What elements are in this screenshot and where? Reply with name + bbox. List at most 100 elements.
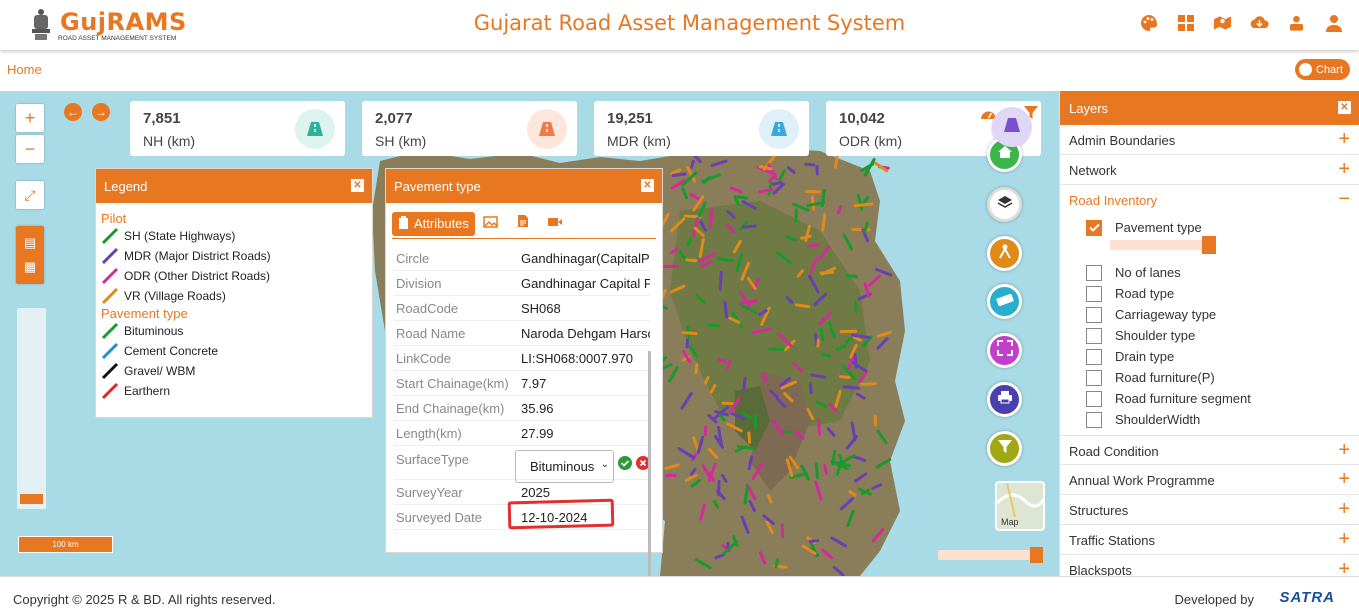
ruler-button[interactable] bbox=[987, 284, 1022, 319]
popup-scrollbar[interactable] bbox=[648, 351, 651, 611]
road-segment[interactable] bbox=[774, 558, 779, 569]
road-segment[interactable] bbox=[804, 162, 816, 167]
developer-logo[interactable]: SATRA bbox=[1279, 589, 1335, 606]
cloud-download-icon[interactable] bbox=[1250, 12, 1269, 34]
checkbox-icon[interactable] bbox=[1086, 348, 1102, 365]
layer-checkbox[interactable]: Drain type bbox=[1086, 346, 1359, 367]
layer-section-network[interactable]: Network + bbox=[1060, 155, 1359, 185]
zoom-out-button[interactable]: − bbox=[16, 135, 44, 163]
forward-arrow-icon[interactable]: → bbox=[92, 103, 110, 121]
road-segment[interactable] bbox=[685, 258, 698, 263]
road-segment[interactable] bbox=[814, 461, 819, 480]
checkbox-icon[interactable] bbox=[1086, 411, 1102, 428]
tab-video[interactable] bbox=[539, 215, 571, 233]
extent-button[interactable] bbox=[987, 333, 1022, 368]
checkbox-icon[interactable] bbox=[1086, 327, 1102, 344]
check-circle-icon[interactable] bbox=[618, 456, 632, 473]
layer-opacity-handle[interactable] bbox=[1202, 236, 1216, 254]
layer-opacity-slider[interactable] bbox=[1110, 236, 1216, 254]
close-icon[interactable]: ✕ bbox=[1338, 101, 1351, 114]
road-segment[interactable] bbox=[842, 385, 861, 390]
layer-section-annual-work-programme[interactable]: Annual Work Programme + bbox=[1060, 465, 1359, 495]
layer-section-blackspots[interactable]: Blackspots + bbox=[1060, 555, 1359, 576]
road-segment[interactable] bbox=[671, 172, 687, 178]
breadcrumb-home-link[interactable]: Home bbox=[7, 62, 42, 77]
tab-document[interactable] bbox=[507, 214, 539, 233]
layer-checkbox[interactable]: Carriageway type bbox=[1086, 304, 1359, 325]
map-marker-icon[interactable] bbox=[1213, 12, 1232, 34]
zoom-in-button[interactable]: + bbox=[16, 104, 44, 132]
road-segment[interactable] bbox=[794, 303, 811, 309]
fullscreen-button[interactable]: ⤢ bbox=[16, 181, 44, 209]
road-segment[interactable] bbox=[694, 362, 699, 375]
road-segment[interactable] bbox=[821, 353, 831, 358]
road-segment[interactable] bbox=[819, 328, 825, 342]
layer-section-road-condition[interactable]: Road Condition + bbox=[1060, 435, 1359, 465]
layer-checkbox[interactable]: Road furniture(P) bbox=[1086, 367, 1359, 388]
road-segment[interactable] bbox=[816, 417, 822, 436]
layer-section-admin-boundaries[interactable]: Admin Boundaries + bbox=[1060, 125, 1359, 155]
road-segment[interactable] bbox=[772, 181, 783, 186]
layer-checkbox[interactable]: Road type bbox=[1086, 283, 1359, 304]
table-view-icon[interactable]: ▤ bbox=[24, 235, 36, 251]
opacity-slider-handle[interactable] bbox=[1030, 547, 1043, 563]
road-segment[interactable] bbox=[718, 270, 723, 291]
road-segment[interactable] bbox=[683, 214, 702, 219]
print-button[interactable] bbox=[987, 382, 1022, 417]
layer-checkbox[interactable]: Road furniture segment bbox=[1086, 388, 1359, 409]
layer-section-traffic-stations[interactable]: Traffic Stations + bbox=[1060, 525, 1359, 555]
zoom-slider-handle[interactable] bbox=[20, 494, 43, 504]
checkbox-icon[interactable] bbox=[1086, 285, 1102, 302]
road-segment[interactable] bbox=[742, 376, 747, 392]
checkbox-checked-icon[interactable] bbox=[1086, 219, 1102, 236]
zoom-slider[interactable] bbox=[17, 308, 46, 509]
road-segment[interactable] bbox=[836, 204, 843, 215]
checkbox-icon[interactable] bbox=[1086, 306, 1102, 323]
road-segment[interactable] bbox=[844, 273, 858, 279]
road-segment[interactable] bbox=[690, 159, 695, 169]
road-segment[interactable] bbox=[808, 539, 820, 543]
basemap-switcher[interactable]: Map bbox=[995, 481, 1045, 531]
back-arrow-icon[interactable]: ← bbox=[64, 103, 82, 121]
road-segment[interactable] bbox=[707, 323, 721, 328]
road-segment[interactable] bbox=[726, 359, 732, 370]
checkbox-icon[interactable] bbox=[1086, 390, 1102, 407]
road-segment[interactable] bbox=[823, 464, 828, 475]
filter-map-button[interactable] bbox=[987, 431, 1022, 466]
checkbox-icon[interactable] bbox=[1086, 369, 1102, 386]
opacity-slider[interactable] bbox=[938, 547, 1043, 563]
road-segment[interactable] bbox=[810, 195, 815, 211]
layer-checkbox[interactable]: Shoulder type bbox=[1086, 325, 1359, 346]
layer-section-structures[interactable]: Structures + bbox=[1060, 495, 1359, 525]
layers-button[interactable] bbox=[987, 187, 1022, 222]
gallery-view-icon[interactable]: ▦ bbox=[24, 259, 36, 275]
road-segment[interactable] bbox=[736, 195, 749, 200]
layer-checkbox[interactable]: ShoulderWidth bbox=[1086, 409, 1359, 430]
grid-icon[interactable] bbox=[1176, 12, 1195, 34]
road-segment[interactable] bbox=[717, 257, 733, 263]
road-segment[interactable] bbox=[860, 382, 877, 386]
measure-button[interactable] bbox=[987, 236, 1022, 271]
road-segment[interactable] bbox=[800, 234, 812, 240]
road-segment[interactable] bbox=[747, 431, 752, 444]
road-segment[interactable] bbox=[758, 188, 774, 194]
tab-attributes[interactable]: Attributes bbox=[392, 211, 475, 236]
road-segment[interactable] bbox=[681, 331, 698, 336]
road-segment[interactable] bbox=[758, 165, 773, 171]
road-segment[interactable] bbox=[834, 155, 839, 170]
road-segment[interactable] bbox=[821, 213, 827, 232]
layer-checkbox-pavement-type[interactable]: Pavement type bbox=[1086, 217, 1359, 238]
layer-section-road-inventory[interactable]: Road Inventory − bbox=[1060, 185, 1359, 215]
road-segment[interactable] bbox=[723, 300, 729, 319]
road-segment[interactable] bbox=[819, 270, 835, 275]
palette-icon[interactable] bbox=[1139, 12, 1158, 34]
road-segment[interactable] bbox=[853, 202, 874, 208]
road-segment[interactable] bbox=[741, 224, 757, 229]
road-segment[interactable] bbox=[808, 382, 813, 395]
checkbox-icon[interactable] bbox=[1086, 264, 1102, 281]
users-icon[interactable] bbox=[1287, 12, 1306, 34]
close-icon[interactable]: ✕ bbox=[641, 179, 654, 192]
tab-image[interactable] bbox=[475, 215, 507, 233]
road-segment[interactable] bbox=[807, 243, 821, 248]
user-icon[interactable] bbox=[1324, 12, 1343, 34]
